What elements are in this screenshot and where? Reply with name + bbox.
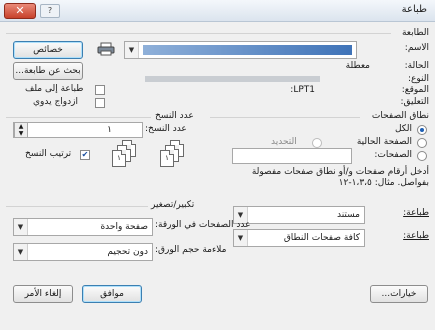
print-dialog: الطابعة الاسم: ▼ خصائص الحالة: معطلة بحث… <box>0 22 435 330</box>
zoom-group-line <box>6 206 148 207</box>
printer-name-select[interactable]: ▼ <box>124 41 357 59</box>
pages-per-sheet-select[interactable]: ▼ صفحة واحدة <box>13 218 153 236</box>
page-range-pages-label: الصفحات: <box>374 150 412 160</box>
print-what-value: مستند <box>336 210 360 220</box>
ok-button[interactable]: موافق <box>82 285 142 303</box>
collate-checkbox[interactable]: ✔ <box>80 150 90 160</box>
comment-label: التعليق: <box>400 97 429 107</box>
page-range-group-line <box>210 117 360 118</box>
copies-title: عدد النسخ <box>155 111 194 121</box>
print-to-file-label: طباعة إلى ملف <box>25 84 84 94</box>
where-label: الموقع: <box>401 85 429 95</box>
chevron-down-icon: ▼ <box>14 244 28 260</box>
printer-section-label: الطابعة <box>401 28 429 38</box>
page-range-pages-radio[interactable] <box>417 151 427 161</box>
pages-input[interactable] <box>232 148 352 164</box>
chevron-down-icon: ▼ <box>14 219 28 235</box>
printer-icon <box>97 42 115 56</box>
scale-label: ملاءمة حجم الورق: <box>155 245 227 255</box>
page-range-selection-label: التحديد <box>271 137 297 147</box>
help-icon[interactable]: ? <box>40 4 60 18</box>
zoom-title: تكبير/تصغير <box>151 200 195 210</box>
collate-pages-icon-1: ٣ ٢ ١ <box>104 140 140 170</box>
printer-name-label: الاسم: <box>404 43 429 53</box>
pages-per-sheet-value: صفحة واحدة <box>100 222 148 232</box>
copies-spinner[interactable]: ▲ ▼ <box>14 122 28 138</box>
title-bar: ✕ ? طباعة <box>0 0 435 22</box>
type-label: النوع: <box>407 74 429 84</box>
chevron-down-icon: ▼ <box>234 230 248 246</box>
copies-group-line <box>6 117 151 118</box>
window-title: طباعة <box>401 4 427 15</box>
chevron-down-icon: ▼ <box>125 42 139 58</box>
cancel-button[interactable]: إلغاء الأمر <box>13 285 73 303</box>
print-what-select[interactable]: ▼ مستند <box>233 206 365 224</box>
page-range-all-label: الكل <box>394 124 412 134</box>
collate-label: ترتيب النسخ <box>25 149 72 159</box>
scale-select[interactable]: ▼ دون تحجيم <box>13 243 153 261</box>
pages-per-sheet-label: عدد الصفحات في الورقة: <box>155 220 251 230</box>
properties-button[interactable]: خصائص <box>13 41 83 59</box>
where-value: LPT1: <box>290 85 315 95</box>
page-range-current-radio[interactable] <box>417 138 427 148</box>
status-label: الحالة: <box>404 61 429 71</box>
close-button[interactable]: ✕ <box>4 3 36 19</box>
options-button[interactable]: خيارات... <box>370 285 428 303</box>
page-range-title: نطاق الصفحات <box>368 111 429 121</box>
manual-duplex-checkbox[interactable] <box>95 98 105 108</box>
collate-pages-icon-2: ٣ ٢ ١ <box>152 140 188 170</box>
print-to-file-checkbox[interactable] <box>95 85 105 95</box>
scale-value: دون تحجيم <box>107 247 148 257</box>
page-range-all-radio[interactable] <box>417 125 427 135</box>
printer-group-line <box>6 33 391 34</box>
printer-name-value <box>143 45 352 55</box>
page-range-selection-radio[interactable] <box>312 138 322 148</box>
pages-hint-line1: أدخل أرقام صفحات و/أو نطاق صفحات مفصولة <box>251 167 429 177</box>
status-value: معطلة <box>345 61 370 71</box>
pages-hint-line2: بفواصل. مثال: ١،٣،٥-١٢ <box>338 178 429 188</box>
print-label: طباعة: <box>403 231 429 241</box>
print-what-label: طباعة: <box>403 208 429 218</box>
manual-duplex-label: ازدواج يدوي <box>33 97 78 107</box>
print-value: كافة صفحات النطاق <box>283 233 360 243</box>
print-select[interactable]: ▼ كافة صفحات النطاق <box>233 229 365 247</box>
copies-count-input[interactable]: ١ <box>13 122 143 138</box>
copies-count-label: عدد النسخ: <box>145 124 187 134</box>
type-value-redacted <box>145 76 320 82</box>
page-range-current-label: الصفحة الحالية <box>356 137 412 147</box>
find-printer-button[interactable]: بحث عن طابعة... <box>13 62 83 80</box>
